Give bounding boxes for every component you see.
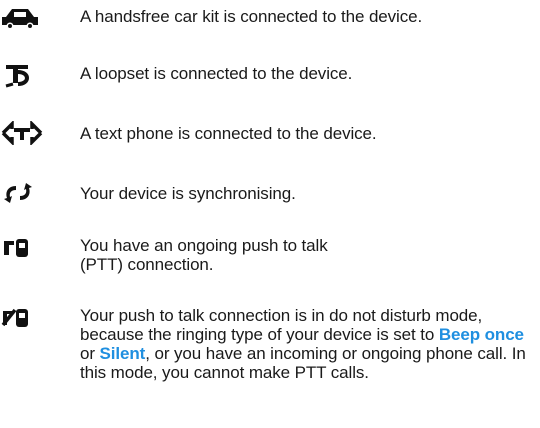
loopset-icon — [0, 62, 46, 92]
indicator-description: You have an ongoing push to talk (PTT) c… — [80, 236, 328, 274]
ptt-connection-icon — [0, 235, 46, 265]
option-silent: Silent — [99, 344, 146, 363]
ptt-do-not-disturb-icon — [0, 305, 46, 335]
description-text-or: or — [80, 344, 100, 363]
indicator-description: A handsfree car kit is connected to the … — [80, 7, 423, 26]
car-kit-icon — [0, 6, 46, 36]
indicator-description: A loopset is connected to the device. — [80, 64, 353, 83]
indicator-description: Your device is synchronising. — [80, 184, 296, 203]
option-beep-once: Beep once — [438, 325, 524, 344]
description-text: Your push to talk connection is in do no… — [80, 306, 483, 344]
text-phone-icon — [0, 121, 46, 151]
sync-icon — [0, 182, 46, 212]
indicator-description: Your push to talk connection is in do no… — [80, 306, 540, 382]
description-text-after: , or you have an incoming or ongoing pho… — [80, 344, 526, 382]
indicator-description: A text phone is connected to the device. — [80, 124, 377, 143]
